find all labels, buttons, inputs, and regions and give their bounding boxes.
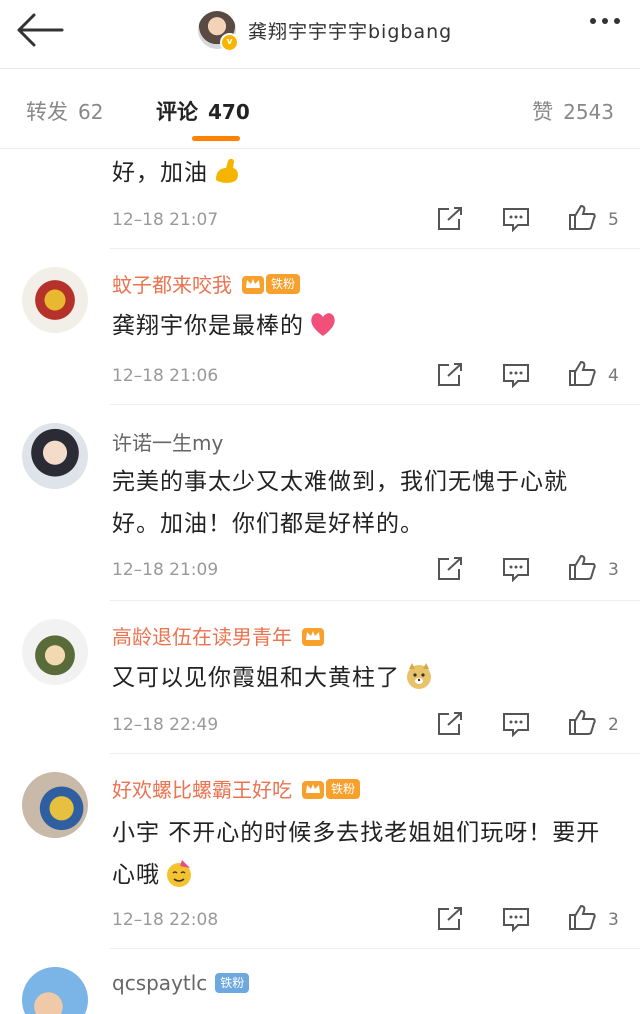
commenter-name-text: 蚊子都来咬我 bbox=[112, 273, 232, 297]
tab-like-count: 2543 bbox=[563, 100, 614, 124]
commenter-name-text: qcspaytlc bbox=[112, 971, 208, 995]
commenter-name-text: 许诺一生my bbox=[112, 431, 224, 455]
party-face-emoji-icon bbox=[167, 860, 191, 887]
like-icon[interactable] bbox=[568, 709, 596, 735]
avatar[interactable] bbox=[22, 967, 88, 1014]
like-count: 5 bbox=[608, 210, 619, 230]
crown-badge-icon bbox=[302, 780, 324, 799]
tab-repost-label: 转发 bbox=[26, 100, 68, 124]
fan-badge: 铁粉 bbox=[215, 973, 250, 993]
list-item: qcspaytlc 铁粉 bbox=[0, 949, 640, 1014]
share-icon[interactable] bbox=[436, 206, 464, 232]
tab-comment-label: 评论 bbox=[156, 100, 198, 124]
comment-icon[interactable] bbox=[502, 362, 530, 388]
list-item: 好，加油 12–18 21:07 5 bbox=[0, 148, 640, 248]
list-item: 高龄退伍在读男青年 又可以见你霞姐和大黄柱了 12–18 22:49 2 bbox=[0, 601, 640, 753]
avatar[interactable]: v bbox=[198, 11, 239, 52]
comment-time: 12–18 21:07 bbox=[112, 210, 219, 230]
like-count: 3 bbox=[608, 910, 619, 930]
like-count: 3 bbox=[608, 560, 619, 580]
heart-emoji-icon bbox=[311, 313, 335, 336]
comment-text: 龚翔宇你是最棒的 bbox=[112, 305, 612, 347]
more-icon[interactable] bbox=[590, 18, 620, 24]
tab-repost[interactable]: 转发 62 bbox=[26, 96, 103, 126]
list-item: 许诺一生my 完美的事太少又太难做到，我们无愧于心就好。加油！你们都是好样的。 … bbox=[0, 405, 640, 600]
back-arrow-icon[interactable] bbox=[14, 10, 66, 50]
top-bar: v 龚翔宇宇宇宇bigbang bbox=[0, 0, 640, 69]
header-user[interactable]: v 龚翔宇宇宇宇bigbang bbox=[198, 10, 453, 52]
commenter-name[interactable]: 蚊子都来咬我 铁粉 bbox=[112, 269, 301, 298]
like-icon[interactable] bbox=[568, 904, 596, 930]
like-icon[interactable] bbox=[568, 360, 596, 386]
tab-repost-count: 62 bbox=[78, 100, 104, 124]
comment-text: 完美的事太少又太难做到，我们无愧于心就好。加油！你们都是好样的。 bbox=[112, 469, 568, 537]
share-icon[interactable] bbox=[436, 906, 464, 932]
active-tab-indicator bbox=[192, 136, 240, 141]
commenter-name-text: 好欢螺比螺霸王好吃 bbox=[112, 778, 292, 802]
fan-badge: 铁粉 bbox=[266, 273, 301, 294]
avatar[interactable] bbox=[22, 423, 88, 489]
share-icon[interactable] bbox=[436, 556, 464, 582]
comment-time: 12–18 21:09 bbox=[112, 560, 219, 580]
like-icon[interactable] bbox=[568, 554, 596, 580]
commenter-name[interactable]: 许诺一生my bbox=[112, 427, 223, 456]
verified-badge-icon: v bbox=[220, 33, 239, 52]
tab-like-label: 赞 bbox=[532, 100, 554, 124]
tab-bar: 转发 62 评论 470 赞 2543 bbox=[0, 68, 640, 149]
doge-emoji-icon bbox=[407, 663, 431, 689]
page-title: 龚翔宇宇宇宇bigbang bbox=[248, 20, 453, 43]
comment-time: 12–18 22:08 bbox=[112, 910, 219, 930]
crown-badge-icon bbox=[242, 275, 264, 294]
comment-icon[interactable] bbox=[502, 556, 530, 582]
comment-text: 小宇 不开心的时候多去找老姐姐们玩呀！要开心哦 bbox=[112, 820, 601, 888]
tab-like[interactable]: 赞 2543 bbox=[532, 96, 614, 126]
comment-time: 12–18 21:06 bbox=[112, 366, 219, 386]
commenter-name[interactable]: 好欢螺比螺霸王好吃 铁粉 bbox=[112, 774, 361, 803]
avatar[interactable] bbox=[22, 619, 88, 685]
crown-badge-icon bbox=[302, 627, 324, 646]
comment-time: 12–18 22:49 bbox=[112, 715, 219, 735]
commenter-name[interactable]: 高龄退伍在读男青年 bbox=[112, 621, 324, 650]
commenter-name[interactable]: qcspaytlc 铁粉 bbox=[112, 971, 250, 995]
like-count: 4 bbox=[608, 366, 619, 386]
share-icon[interactable] bbox=[436, 711, 464, 737]
avatar[interactable] bbox=[22, 772, 88, 838]
fan-badge: 铁粉 bbox=[326, 778, 361, 799]
list-item: 蚊子都来咬我 铁粉 龚翔宇你是最棒的 12–18 21:06 4 bbox=[0, 249, 640, 404]
like-count: 2 bbox=[608, 715, 619, 735]
tab-comment-count: 470 bbox=[208, 100, 250, 124]
like-icon[interactable] bbox=[568, 204, 596, 230]
flexed-biceps-emoji-icon bbox=[216, 158, 238, 183]
tab-comment[interactable]: 评论 470 bbox=[156, 96, 250, 126]
comment-icon[interactable] bbox=[502, 206, 530, 232]
list-item: 好欢螺比螺霸王好吃 铁粉 小宇 不开心的时候多去找老姐姐们玩呀！要开心哦 12–… bbox=[0, 754, 640, 948]
commenter-name-text: 高龄退伍在读男青年 bbox=[112, 625, 292, 649]
avatar[interactable] bbox=[22, 267, 88, 333]
comment-icon[interactable] bbox=[502, 711, 530, 737]
comment-icon[interactable] bbox=[502, 906, 530, 932]
share-icon[interactable] bbox=[436, 362, 464, 388]
comment-text: 又可以见你霞姐和大黄柱了 bbox=[112, 657, 612, 699]
comment-text: 好，加油 bbox=[112, 152, 612, 194]
